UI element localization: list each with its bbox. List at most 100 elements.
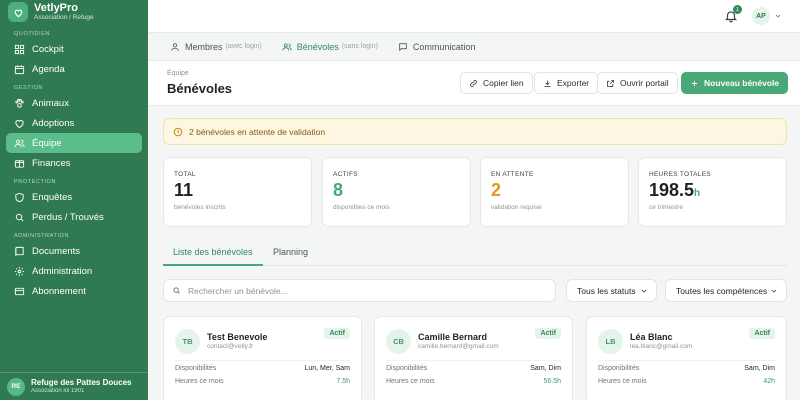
stat-subtitle: ce trimestre (649, 203, 683, 211)
org-name: Refuge des Pattes Douces (31, 378, 132, 388)
sidebar-item-label: Équipe (32, 137, 62, 149)
volunteer-card[interactable]: TB Test Benevole contact@vetly.fr Actif … (163, 316, 362, 400)
sidebar-item-label: Documents (32, 245, 81, 257)
select-value: Tous les statuts (577, 285, 636, 296)
stat-unit: h (694, 188, 701, 199)
availability-value: Sam, Dim (744, 365, 775, 372)
sidebar-item-finances[interactable]: Finances (6, 153, 142, 173)
volunteer-card[interactable]: LB Léa Blanc lea.blanc@gmail.com Actif D… (586, 316, 787, 400)
stat-number: 2 (491, 180, 502, 200)
team-tabs: Membres (avec login) Bénévoles (sans log… (148, 33, 800, 61)
sidebar-item-label: Agenda (32, 63, 65, 75)
user-avatar[interactable]: AP (752, 7, 770, 25)
sidebar-item-documents[interactable]: Documents (6, 241, 142, 261)
section-title-quotidien: QUOTIDIEN (14, 31, 50, 37)
search-icon (15, 213, 24, 221)
avatar: CB (386, 329, 411, 354)
hours-value: 42h (763, 378, 775, 385)
export-button[interactable]: Exporter (534, 72, 599, 94)
hours-value: 56.5h (543, 378, 561, 385)
tab-liste-benevoles[interactable]: Liste des bénévoles (163, 238, 263, 266)
avatar: TB (175, 329, 200, 354)
sidebar-item-enquetes[interactable]: Enquêtes (6, 187, 142, 207)
stat-number: 8 (333, 180, 344, 200)
stat-label: HEURES TOTALES (649, 171, 711, 178)
section-title-gestion: GESTION (14, 85, 43, 91)
sidebar-item-label: Finances (32, 157, 71, 169)
sidebar-item-administration[interactable]: Administration (6, 261, 142, 281)
stat-card-heures-totales: HEURES TOTALES 198.5h ce trimestre (638, 157, 787, 227)
new-volunteer-button[interactable]: Nouveau bénévole (681, 72, 789, 94)
tab-communication[interactable]: Communication (398, 33, 475, 61)
volunteer-name: Test Benevole (207, 332, 268, 342)
list-view-tabs: Liste des bénévoles Planning (163, 238, 787, 266)
sidebar-item-abonnement[interactable]: Abonnement (6, 281, 142, 301)
tab-planning[interactable]: Planning (273, 238, 308, 266)
tab-label: Bénévoles (296, 41, 339, 52)
sidebar-item-agenda[interactable]: Agenda (6, 59, 142, 79)
organization-switcher[interactable]: RE Refuge des Pattes Douces Association … (0, 372, 148, 400)
external-link-icon (607, 79, 614, 87)
availability-row: Disponibilités Sam, Dim (598, 365, 775, 372)
org-avatar: RE (7, 377, 25, 396)
open-portal-button[interactable]: Ouvrir portail (597, 72, 678, 94)
search-box[interactable] (163, 279, 556, 302)
stat-label: EN ATTENTE (491, 171, 534, 178)
book-icon (15, 246, 24, 256)
hours-value: 7.5h (336, 378, 350, 385)
org-subtitle: Association loi 1901 (31, 387, 85, 394)
sidebar-item-label: Cockpit (32, 43, 64, 55)
row-label: Heures ce mois (386, 378, 435, 385)
volunteer-card[interactable]: CB Camille Bernard camille.bernard@gmail… (374, 316, 573, 400)
paw-icon (15, 98, 24, 108)
notification-badge: 1 (733, 5, 742, 14)
breadcrumb[interactable]: Équipe (167, 70, 189, 77)
link-icon (470, 79, 477, 87)
section-title-administration: ADMINISTRATION (14, 233, 70, 239)
download-icon (544, 80, 551, 87)
button-label: Ouvrir portail (620, 78, 669, 88)
volunteer-name: Léa Blanc (630, 332, 673, 342)
tab-membres[interactable]: Membres (avec login) (170, 33, 262, 61)
brand-name: VetlyPro (34, 2, 79, 15)
chevron-down-icon[interactable] (774, 12, 782, 20)
topbar: 1 AP (148, 0, 800, 33)
page-header: Équipe Bénévoles Copier lien Exporter Ou… (148, 61, 800, 106)
sidebar-item-cockpit[interactable]: Cockpit (6, 39, 142, 59)
user-icon (171, 42, 179, 51)
heart-shield-logo-icon (8, 2, 28, 22)
sidebar-item-adoptions[interactable]: Adoptions (6, 113, 142, 133)
status-badge: Actif (324, 328, 350, 339)
brand[interactable]: VetlyPro Association / Refuge (0, 0, 148, 24)
tab-label: Membres (185, 41, 223, 52)
sidebar-item-label: Animaux (32, 97, 69, 109)
tab-hint: (sans login) (341, 43, 378, 50)
stat-value: 2 (491, 180, 618, 201)
pending-validation-alert[interactable]: 2 bénévoles en attente de validation (163, 118, 787, 145)
sidebar-item-equipe[interactable]: Équipe (6, 133, 142, 153)
button-label: Exporter (557, 78, 590, 88)
status-filter-select[interactable]: Tous les statuts (566, 279, 657, 302)
chevron-down-icon (641, 289, 647, 293)
divider (598, 360, 775, 361)
stat-subtitle: validation requise (491, 203, 542, 211)
button-label: Copier lien (483, 78, 524, 88)
brand-subtitle: Association / Refuge (34, 14, 94, 22)
availability-value: Lun, Mer, Sam (304, 365, 350, 372)
sidebar-item-perdus-trouves[interactable]: Perdus / Trouvés (6, 207, 142, 227)
divider (175, 360, 350, 361)
tab-benevoles[interactable]: Bénévoles (sans login) (282, 33, 378, 61)
availability-row: Disponibilités Sam, Dim (386, 365, 561, 372)
wallet-icon (14, 159, 25, 168)
sidebar-item-label: Abonnement (32, 285, 86, 297)
stat-value: 198.5h (649, 180, 776, 201)
sidebar-item-label: Adoptions (32, 117, 75, 129)
volunteer-name: Camille Bernard (418, 332, 488, 342)
stat-subtitle: bénévoles inscrits (174, 203, 226, 211)
copy-link-button[interactable]: Copier lien (460, 72, 533, 94)
skills-filter-select[interactable]: Toutes les compétences (665, 279, 787, 302)
volunteer-email: lea.blanc@gmail.com (630, 343, 693, 350)
search-input[interactable] (188, 285, 528, 296)
shield-icon (15, 192, 24, 202)
sidebar-item-animaux[interactable]: Animaux (6, 93, 142, 113)
